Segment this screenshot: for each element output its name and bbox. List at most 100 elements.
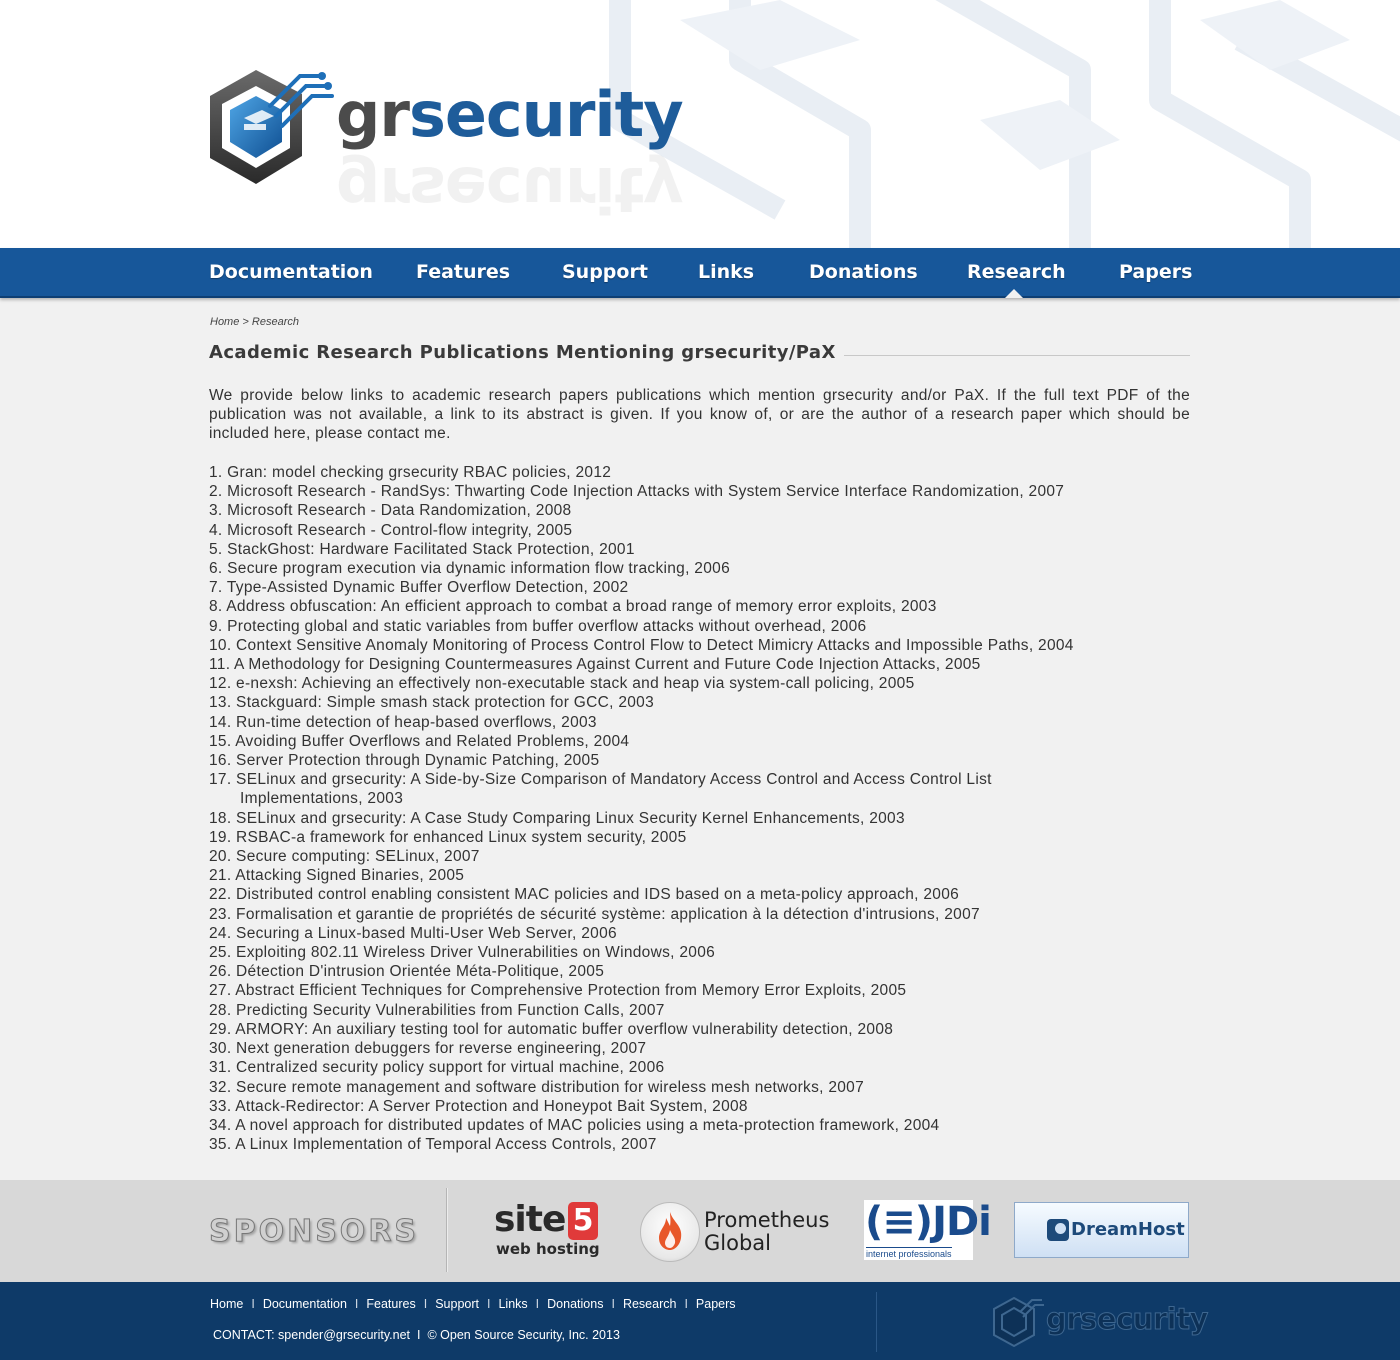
publication-link[interactable]: 18. SELinux and grsecurity: A Case Study… (209, 810, 905, 827)
main-navigation-inner: Documentation Features Support Links Don… (209, 248, 1192, 296)
nav-item-features[interactable]: Features (416, 261, 510, 283)
publication-list-item: 1. Gran: model checking grsecurity RBAC … (209, 463, 1190, 482)
publication-link[interactable]: 20. Secure computing: SELinux, 2007 (209, 848, 480, 865)
publication-link[interactable]: 7. Type-Assisted Dynamic Buffer Overflow… (209, 579, 628, 596)
publication-link[interactable]: 15. Avoiding Buffer Overflows and Relate… (209, 733, 629, 750)
footer-separator: I (611, 1297, 615, 1311)
logo-reflection-gr: gr (336, 153, 409, 226)
publication-link[interactable]: 29. ARMORY: An auxiliary testing tool fo… (209, 1021, 893, 1038)
publication-list-item: 32. Secure remote management and softwar… (209, 1078, 1190, 1097)
publication-link[interactable]: 14. Run-time detection of heap-based ove… (209, 714, 597, 731)
sponsor-dreamhost-logo[interactable]: DreamHost (1014, 1202, 1189, 1258)
publication-link[interactable]: 31. Centralized security policy support … (209, 1059, 664, 1076)
publication-link[interactable]: 17. SELinux and grsecurity: A Side-by-Si… (209, 771, 992, 807)
sponsors-divider (446, 1188, 448, 1272)
publication-link[interactable]: 30. Next generation debuggers for revers… (209, 1040, 646, 1057)
publication-link[interactable]: 32. Secure remote management and softwar… (209, 1079, 864, 1096)
footer-link-features[interactable]: Features (366, 1297, 415, 1311)
publication-list-item: 34. A novel approach for distributed upd… (209, 1116, 1190, 1135)
dreamhost-wordmark: DreamHost (1071, 1219, 1185, 1240)
contact-email-link[interactable]: CONTACT: spender@grsecurity.net (213, 1328, 410, 1342)
publication-link[interactable]: 24. Securing a Linux-based Multi-User We… (209, 925, 617, 942)
footer-link-donations[interactable]: Donations (547, 1297, 603, 1311)
publication-list-item: 3. Microsoft Research - Data Randomizati… (209, 501, 1190, 520)
publication-list-item: 13. Stackguard: Simple smash stack prote… (209, 693, 1190, 712)
publication-link[interactable]: 4. Microsoft Research - Control-flow int… (209, 522, 572, 539)
publication-link[interactable]: 13. Stackguard: Simple smash stack prote… (209, 694, 654, 711)
publication-list-item: 29. ARMORY: An auxiliary testing tool fo… (209, 1020, 1190, 1039)
publication-link[interactable]: 11. A Methodology for Designing Counterm… (209, 656, 981, 673)
publication-list-item: 27. Abstract Efficient Techniques for Co… (209, 981, 1190, 1000)
footer-link-research[interactable]: Research (623, 1297, 677, 1311)
publication-link[interactable]: 9. Protecting global and static variable… (209, 618, 866, 635)
publication-list-item: 9. Protecting global and static variable… (209, 617, 1190, 636)
publication-list-item: 31. Centralized security policy support … (209, 1058, 1190, 1077)
publication-link[interactable]: 21. Attacking Signed Binaries, 2005 (209, 867, 464, 884)
publication-link[interactable]: 2. Microsoft Research - RandSys: Thwarti… (209, 483, 1064, 500)
site5-wordmark: site (494, 1199, 566, 1240)
grsecurity-logo[interactable]: grsecurity grsecurity (204, 66, 684, 241)
nav-item-documentation[interactable]: Documentation (209, 261, 373, 283)
publication-list-item: 2. Microsoft Research - RandSys: Thwarti… (209, 482, 1190, 501)
publication-link[interactable]: 5. StackGhost: Hardware Facilitated Stac… (209, 541, 635, 558)
nav-item-links[interactable]: Links (698, 261, 754, 283)
footer-link-papers[interactable]: Papers (696, 1297, 736, 1311)
publication-link[interactable]: 12. e-nexsh: Achieving an effectively no… (209, 675, 915, 692)
footer-grsecurity-logo[interactable]: grsecurity (990, 1294, 1209, 1350)
circuit-background-graphic (609, 0, 1400, 248)
publication-link[interactable]: 8. Address obfuscation: An efficient app… (209, 598, 937, 615)
publication-link[interactable]: 19. RSBAC-a framework for enhanced Linux… (209, 829, 687, 846)
sponsor-site5-logo[interactable]: site 5 web hosting (494, 1202, 604, 1262)
footer-link-support[interactable]: Support (435, 1297, 479, 1311)
nav-item-donations[interactable]: Donations (809, 261, 918, 283)
sponsor-jdi-logo[interactable]: (≡)JDi internet professionals (864, 1200, 992, 1260)
publication-list-item: 14. Run-time detection of heap-based ove… (209, 713, 1190, 732)
publication-link[interactable]: 3. Microsoft Research - Data Randomizati… (209, 502, 571, 519)
publication-link[interactable]: 1. Gran: model checking grsecurity RBAC … (209, 464, 611, 481)
nav-item-research[interactable]: Research (967, 261, 1066, 283)
publication-link[interactable]: 28. Predicting Security Vulnerabilities … (209, 1002, 665, 1019)
publication-list-item: 10. Context Sensitive Anomaly Monitoring… (209, 636, 1190, 655)
publication-list-item: 18. SELinux and grsecurity: A Case Study… (209, 809, 1190, 828)
publication-list-item: 12. e-nexsh: Achieving an effectively no… (209, 674, 1190, 693)
footer-link-links[interactable]: Links (498, 1297, 527, 1311)
footer-separator: I (487, 1297, 491, 1311)
publication-link[interactable]: 23. Formalisation et garantie de proprié… (209, 906, 980, 923)
footer-logo-wordmark: grsecurity (1046, 1302, 1209, 1337)
footer-separator: I (684, 1297, 688, 1311)
publication-link[interactable]: 34. A novel approach for distributed upd… (209, 1117, 939, 1134)
logo-text-security: security (408, 78, 684, 151)
breadcrumb-home-link[interactable]: Home (210, 316, 239, 328)
sponsors-heading: SPONSORS (208, 1214, 420, 1250)
page-title: Academic Research Publications Mentionin… (209, 342, 844, 363)
publication-list-item: 22. Distributed control enabling consist… (209, 885, 1190, 904)
publication-list-item: 8. Address obfuscation: An efficient app… (209, 597, 1190, 616)
publication-link[interactable]: 26. Détection D'intrusion Orientée Méta-… (209, 963, 604, 980)
logo-wordmark: grsecurity (336, 84, 684, 146)
nav-item-papers[interactable]: Papers (1119, 261, 1192, 283)
footer-link-documentation[interactable]: Documentation (263, 1297, 347, 1311)
publication-link[interactable]: 33. Attack-Redirector: A Server Protecti… (209, 1098, 748, 1115)
publication-link[interactable]: 6. Secure program execution via dynamic … (209, 560, 730, 577)
publication-link[interactable]: 27. Abstract Efficient Techniques for Co… (209, 982, 906, 999)
publication-list-item: 5. StackGhost: Hardware Facilitated Stac… (209, 540, 1190, 559)
publication-link[interactable]: 25. Exploiting 802.11 Wireless Driver Vu… (209, 944, 715, 961)
publication-list-item: 7. Type-Assisted Dynamic Buffer Overflow… (209, 578, 1190, 597)
publication-list-item: 4. Microsoft Research - Control-flow int… (209, 521, 1190, 540)
publication-list-item: 19. RSBAC-a framework for enhanced Linux… (209, 828, 1190, 847)
publication-link[interactable]: 35. A Linux Implementation of Temporal A… (209, 1136, 657, 1153)
publication-link[interactable]: 22. Distributed control enabling consist… (209, 886, 959, 903)
prometheus-name: Prometheus Global (704, 1209, 829, 1255)
copyright-text: © Open Source Security, Inc. 2013 (427, 1328, 620, 1342)
nav-item-support[interactable]: Support (562, 261, 648, 283)
breadcrumb-separator: > (242, 316, 249, 328)
publication-link[interactable]: 16. Server Protection through Dynamic Pa… (209, 752, 599, 769)
flame-icon (659, 1212, 682, 1250)
footer-contact: CONTACT: spender@grsecurity.net I © Open S… (213, 1328, 620, 1342)
footer-link-home[interactable]: Home (210, 1297, 243, 1311)
title-divider (839, 355, 1190, 356)
sponsor-prometheus-global-logo[interactable]: Prometheus Global (640, 1202, 840, 1264)
logo-text-gr: gr (336, 78, 410, 151)
moon-icon (1047, 1219, 1069, 1241)
publication-link[interactable]: 10. Context Sensitive Anomaly Monitoring… (209, 637, 1074, 654)
